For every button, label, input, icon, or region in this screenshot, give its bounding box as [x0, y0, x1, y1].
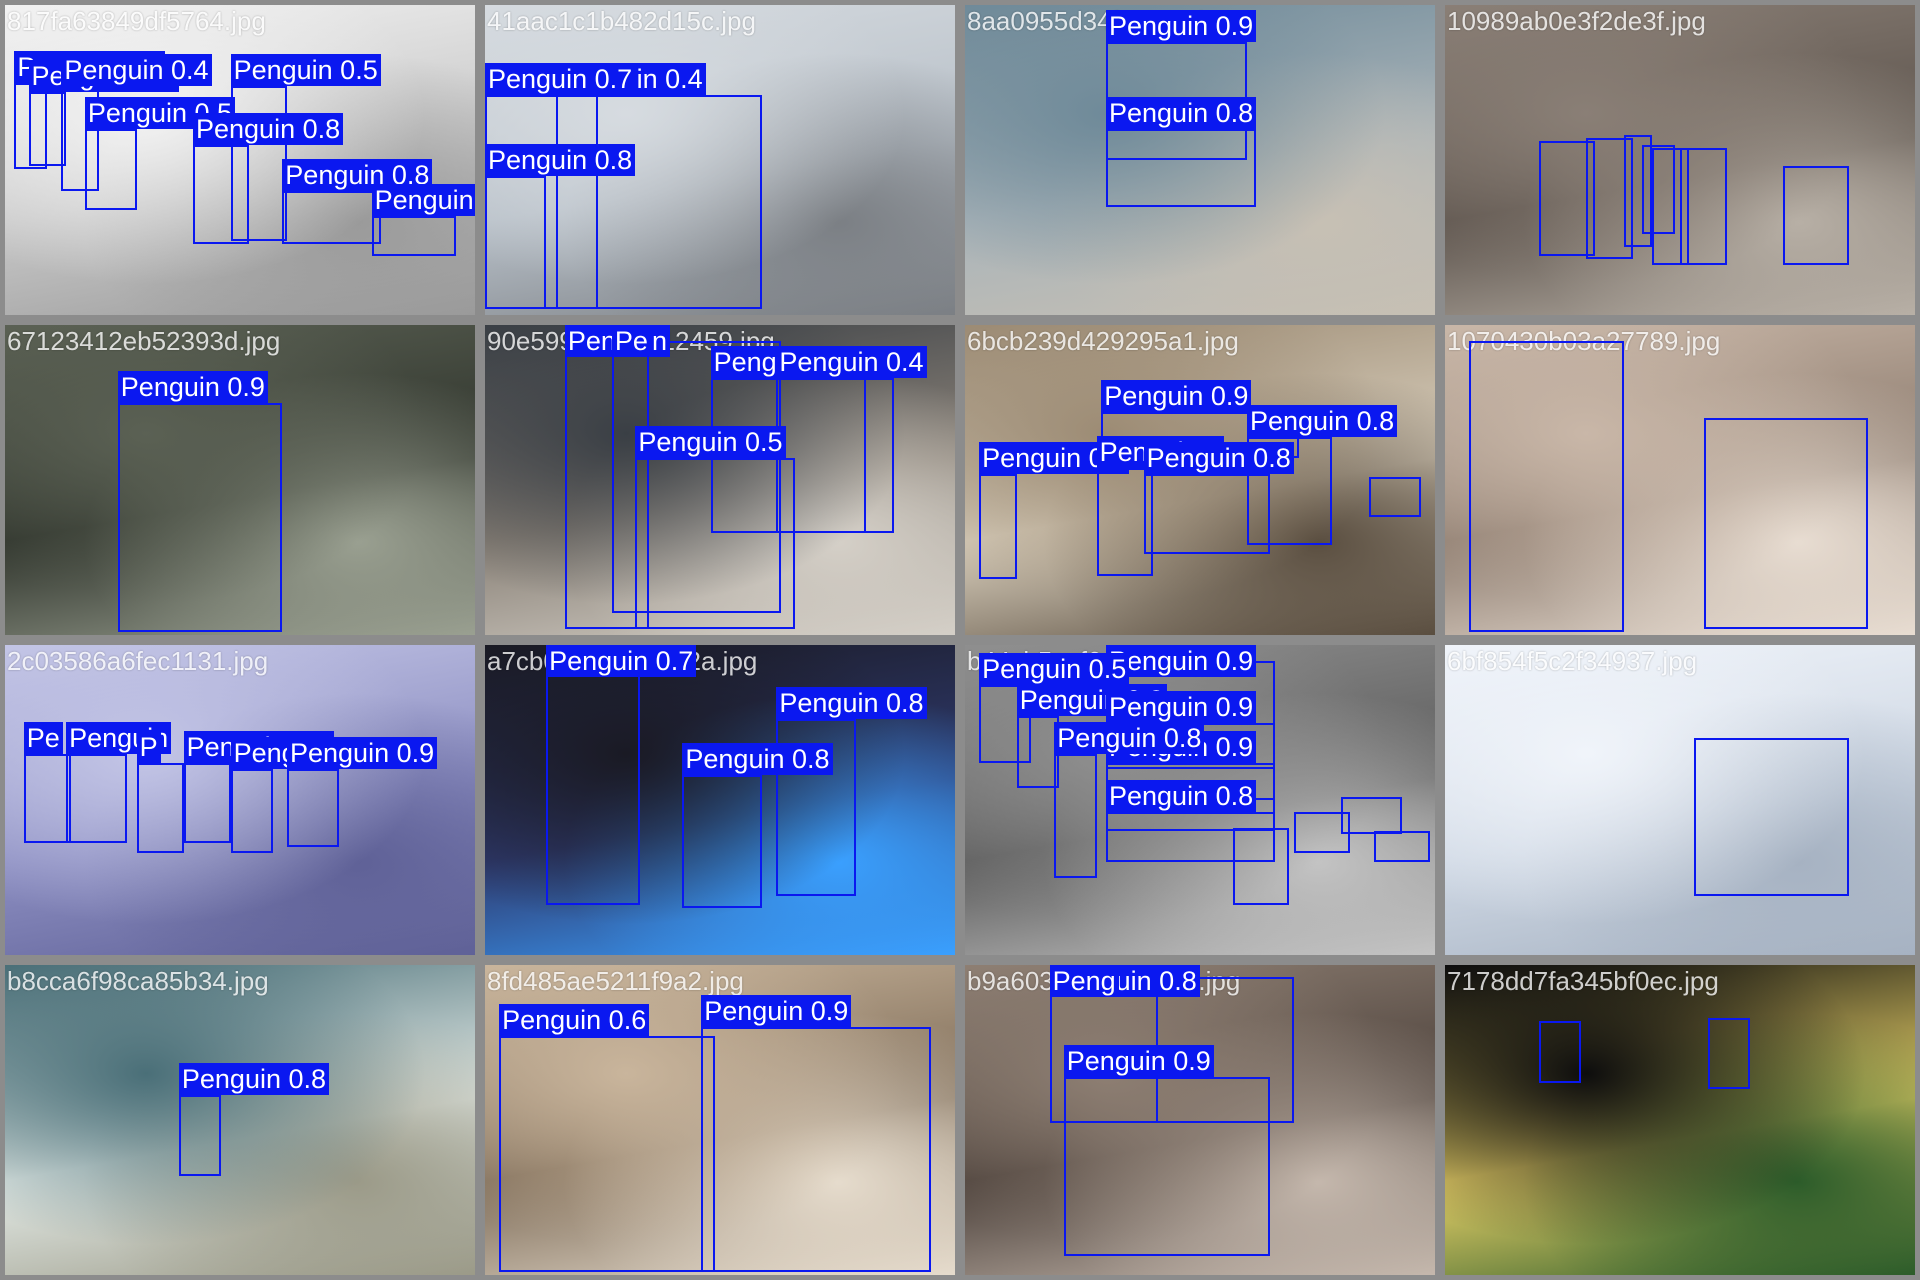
photo-ocean-shore — [5, 965, 475, 1275]
image-filename: 6bcb239d429295a1.jpg — [967, 326, 1239, 356]
detection-label: Penguin 0.8 — [178, 1063, 330, 1096]
image-filename: 6bf854f5c2f34937.jpg — [1447, 646, 1698, 676]
mosaic-tile: 817fa63849df5764.jpg Penguin 0.4 Penguin 0… — [0, 0, 480, 320]
mosaic-tile: a7cb03604c68a12a.jpgPenguin 0.7Penguin 0… — [480, 640, 960, 960]
detection-box — [230, 85, 287, 241]
image-filename: 10989ab0e3f2de3f.jpg — [1447, 6, 1706, 36]
detection-box — [1369, 476, 1421, 518]
detection-label: Penguin 0.9 — [1101, 379, 1252, 412]
mosaic-tile: 90e599a3189212459.jpgPenguinPePenguin 0.… — [480, 320, 960, 640]
mosaic-tile: 8fd485ae5211f9a2.jpg Penguin 0.6 Penguin 0… — [480, 960, 960, 1280]
detection-box — [1016, 716, 1059, 788]
mosaic-tile: 2c03586a6fec1131.jpgPePenguinPPenguin 0.… — [0, 640, 480, 960]
detection-box — [499, 1036, 716, 1272]
detection-box — [1063, 1076, 1271, 1257]
detection-label: Penguin 0.9 — [1063, 1044, 1214, 1077]
photo-conference-hall — [1445, 965, 1915, 1275]
detection-box — [66, 753, 128, 844]
detection-label: Peng — [1049, 965, 1119, 997]
detection-box — [371, 215, 457, 257]
mosaic-tile: 6bcb239d429295a1.jpg Penguin 0.9 Penguin 0… — [960, 320, 1440, 640]
image-filename: 7178dd7fa345bf0ec.jpg — [1447, 966, 1719, 996]
image-filename: b8cca6f98ca85b34.jpg — [7, 966, 269, 996]
detection-box — [485, 175, 547, 309]
detection-label: Penguin 0.6 — [499, 1004, 650, 1037]
detection-label: Penguin 0.5 — [635, 426, 786, 459]
detection-label: Penguin 0.8 — [1054, 721, 1205, 754]
detection-label: Penguin 0.9 — [1106, 10, 1257, 43]
detection-box — [1703, 418, 1868, 629]
mosaic-grid: 817fa63849df5764.jpg Penguin 0.4 Penguin 0… — [0, 0, 1920, 1280]
mosaic-tile: 1070430b03a27789.jpg — [1440, 320, 1920, 640]
image-filename: 67123412eb52393d.jpg — [7, 326, 281, 356]
mosaic-tile: 41aac1c1b482d15c.jpgPenguin 0.4Penguin 0… — [480, 0, 960, 320]
mosaic-tile: b8cca6f98ca85b34.jpg Penguin 0.8 — [0, 960, 480, 1280]
detection-box — [230, 769, 273, 853]
detection-label: Pe — [611, 325, 651, 357]
detection-box — [1341, 796, 1403, 835]
detection-box — [1539, 1020, 1582, 1083]
detection-box — [546, 651, 641, 906]
detection-label: Penguin 0.8 — [485, 143, 636, 176]
image-filename: 8fd485ae5211f9a2.jpg — [487, 966, 744, 996]
detection-box — [1232, 827, 1290, 906]
detection-label: Pe — [23, 721, 63, 754]
detection-box — [136, 762, 184, 853]
image-filename: 41aac1c1b482d15c.jpg — [487, 6, 756, 36]
detection-label: Penguin 0.8 — [776, 687, 927, 720]
detection-label: Penguin 0.8 — [1106, 97, 1257, 129]
detection-label: Penguin 0.9 — [701, 995, 852, 1027]
detection-label: Penguin 0.5 — [979, 653, 1130, 686]
detection-label: Penguin 0.7 — [546, 645, 697, 677]
detection-box — [1106, 129, 1257, 207]
mosaic-tile: 6bf854f5c2f34937.jpg — [1440, 640, 1920, 960]
detection-label: Penguin 0.8 — [1106, 780, 1257, 813]
detection-label: Penguin 0.4 — [61, 53, 212, 86]
detection-label: Penguin 0.5 — [230, 53, 381, 86]
detection-box — [1373, 831, 1431, 862]
detection-label: P — [136, 730, 161, 763]
detection-box — [635, 458, 796, 629]
mosaic-tile: b9a6037b4ee9519e.jpgPenguin 0.8PengPengu… — [960, 960, 1440, 1280]
detection-label: Penguin 0.8 — [1247, 404, 1398, 437]
detection-box — [1783, 166, 1850, 266]
detection-box — [1468, 340, 1624, 632]
detection-box — [1708, 1017, 1751, 1089]
detection-box — [84, 129, 137, 210]
detection-box — [1694, 738, 1850, 897]
detection-box — [287, 769, 339, 847]
mosaic-tile: b44cb5cef6c0a180.jpgPenguin 0.9Penguin 0… — [960, 640, 1440, 960]
detection-label: Penguin 0.9 — [287, 737, 438, 769]
mosaic-tile: 8aa0955d34f48435.jpg Penguin 0.9 Penguin 0… — [960, 0, 1440, 320]
detection-box — [282, 191, 381, 244]
mosaic-tile: 67123412eb52393d.jpg Penguin 0.9 — [0, 320, 480, 640]
image-filename: 817fa63849df5764.jpg — [7, 6, 266, 36]
detection-label: Penguin 0.8 — [193, 112, 344, 145]
mosaic-tile: 10989ab0e3f2de3f.jpg — [1440, 0, 1920, 320]
detection-box — [117, 402, 283, 632]
detection-box — [23, 753, 71, 844]
detection-box — [183, 762, 231, 844]
detection-box — [178, 1095, 222, 1176]
detection-box — [682, 775, 763, 909]
detection-label: Penguin 0.9 — [1106, 690, 1257, 723]
detection-label: Penguin 0.8 — [682, 743, 833, 776]
detection-label: Penguin 0.8 — [371, 183, 475, 216]
detection-label: Penguin 0.9 — [117, 370, 268, 403]
detection-label: Penguin 0.7 — [485, 62, 636, 95]
detection-box — [701, 1027, 932, 1272]
image-filename: 2c03586a6fec1131.jpg — [7, 646, 269, 676]
mosaic-tile: 7178dd7fa345bf0ec.jpg — [1440, 960, 1920, 1280]
detection-box — [979, 473, 1017, 580]
detection-box — [1054, 753, 1097, 878]
detection-label: Penguin 0.8 — [1143, 441, 1294, 474]
detection-label: Penguin 0.4 — [776, 345, 927, 378]
detection-box — [1680, 147, 1727, 266]
